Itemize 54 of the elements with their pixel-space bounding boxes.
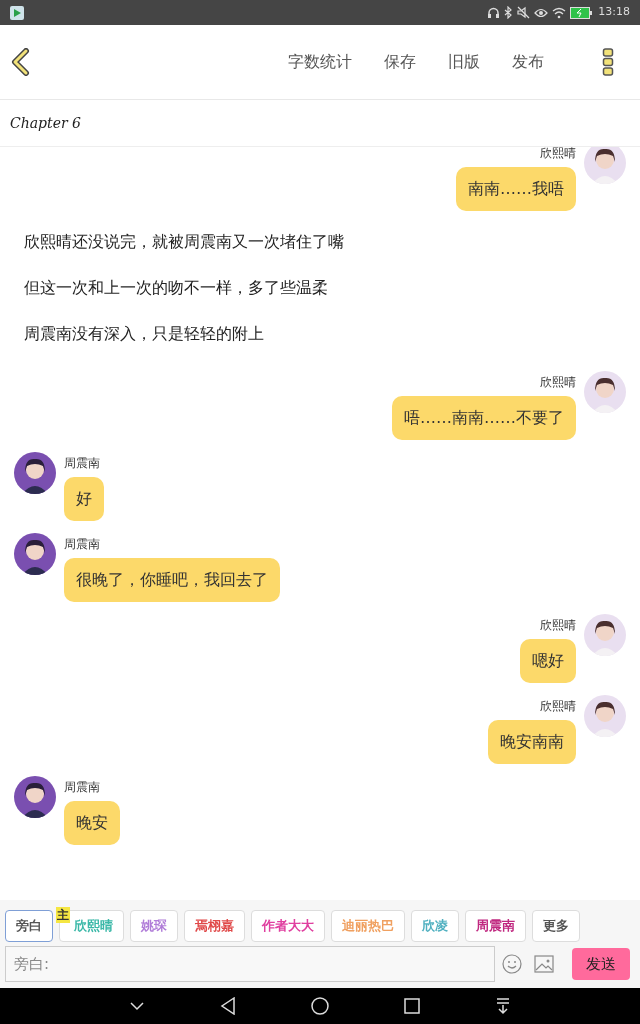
sender-name: 周震南 <box>64 455 100 471</box>
recents-nav-icon <box>404 998 420 1014</box>
character-chip[interactable]: 焉栩嘉 <box>184 910 245 942</box>
character-chip[interactable]: 作者大大 <box>251 910 325 942</box>
chapter-title: Chapter 6 <box>10 113 81 133</box>
bluetooth-icon <box>504 6 514 19</box>
headphones-icon <box>487 6 501 19</box>
sender-name: 欣熙晴 <box>540 698 576 714</box>
avatar <box>14 776 56 818</box>
narration-text: 周震南没有深入，只是轻轻的附上 <box>24 323 265 345</box>
character-chip[interactable]: 欣熙晴 主 <box>59 910 124 942</box>
message-bubble: 好 <box>64 477 104 521</box>
message-bubble: 唔……南南……不要了 <box>392 396 576 440</box>
narration-text: 欣熙晴还没说完，就被周震南又一次堵住了嘴 <box>24 231 345 253</box>
avatar <box>14 452 56 494</box>
toolbar-action[interactable]: 发布 <box>512 50 544 74</box>
main-badge: 主 <box>56 907 70 923</box>
narration-text: 但这一次和上一次的吻不一样，多了些温柔 <box>24 277 329 299</box>
home-nav-icon <box>311 997 329 1015</box>
toolbar-action[interactable]: 字数统计 <box>288 50 352 74</box>
message-bubble: 南南……我唔 <box>456 167 576 211</box>
emoji-button[interactable] <box>502 954 522 974</box>
character-chip[interactable]: 周震南 <box>465 910 526 942</box>
back-nav-icon <box>220 997 236 1015</box>
sender-name: 欣熙晴 <box>540 147 576 161</box>
eye-icon <box>534 6 549 19</box>
toolbar-action[interactable]: 旧版 <box>448 50 480 74</box>
collapse-icon <box>129 1001 145 1011</box>
clock-time: 13:18 <box>598 4 630 21</box>
more-menu-button[interactable] <box>602 48 614 76</box>
message-bubble: 晚安 <box>64 801 120 845</box>
message-bubble: 晚安南南 <box>488 720 576 764</box>
avatar <box>14 533 56 575</box>
message-bubble: 嗯好 <box>520 639 576 683</box>
sender-name: 欣熙晴 <box>540 617 576 633</box>
message-input[interactable]: 旁白: <box>5 946 495 982</box>
wifi-icon <box>552 6 567 19</box>
character-chip[interactable]: 旁白 <box>5 910 53 942</box>
send-button[interactable]: 发送 <box>572 948 630 980</box>
app-icon <box>10 5 24 20</box>
character-chip[interactable]: 更多 <box>532 910 580 942</box>
message-bubble: 很晚了，你睡吧，我回去了 <box>64 558 280 602</box>
battery-icon <box>570 6 593 19</box>
avatar <box>584 695 626 737</box>
sender-name: 周震南 <box>64 536 100 552</box>
notification-nav-icon <box>495 997 511 1015</box>
toolbar-action[interactable]: 保存 <box>384 50 416 74</box>
sender-name: 周震南 <box>64 779 100 795</box>
sender-name: 欣熙晴 <box>540 374 576 390</box>
mute-icon <box>517 6 531 19</box>
avatar <box>584 371 626 413</box>
image-button[interactable] <box>534 955 554 973</box>
avatar <box>584 614 626 656</box>
back-button[interactable] <box>10 48 30 76</box>
